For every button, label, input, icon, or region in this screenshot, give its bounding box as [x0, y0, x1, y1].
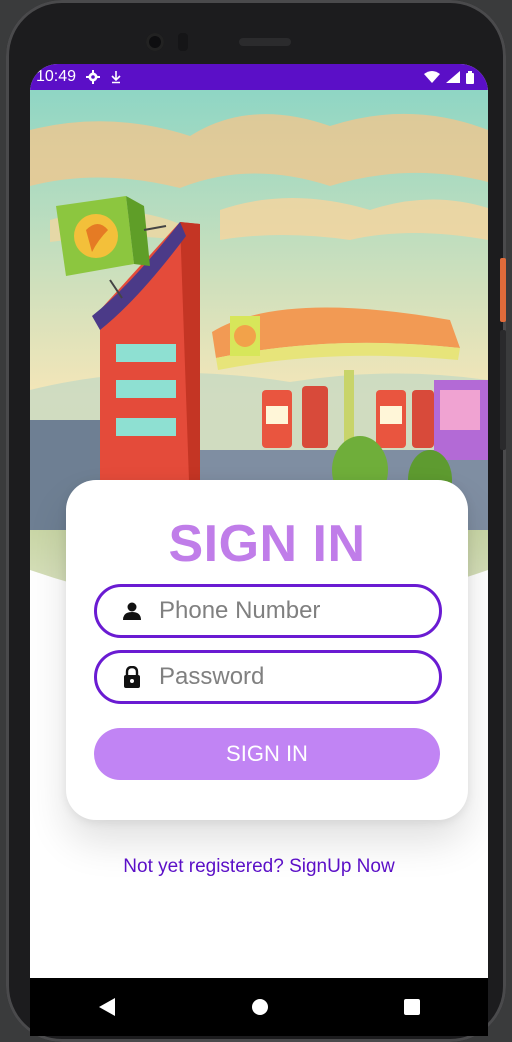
front-camera [146, 33, 164, 51]
power-button[interactable] [500, 258, 506, 322]
sensor [178, 33, 188, 51]
back-icon[interactable] [98, 997, 116, 1017]
password-field[interactable] [94, 650, 442, 704]
home-icon[interactable] [251, 998, 269, 1016]
settings-icon [86, 70, 101, 84]
sign-in-card: SIGN IN SIGN IN [66, 480, 468, 820]
app-screen: 10:49 SIGN IN Phone Number SIGN IN Not y… [30, 64, 488, 978]
person-icon [121, 600, 143, 622]
status-bar: 10:49 [30, 64, 488, 90]
signal-icon [446, 71, 460, 83]
password-input[interactable] [157, 662, 421, 692]
phone-number-input[interactable] [157, 596, 421, 626]
status-time: 10:49 [36, 68, 77, 85]
lock-icon [121, 666, 143, 688]
wifi-icon [424, 71, 440, 83]
recents-icon[interactable] [404, 999, 421, 1015]
earpiece-speaker [239, 38, 291, 46]
system-nav-bar [30, 978, 488, 1036]
signup-link[interactable]: Not yet registered? SignUp Now [30, 856, 488, 878]
phone-field[interactable] [94, 584, 442, 638]
page-title: SIGN IN [168, 515, 366, 573]
volume-button[interactable] [500, 330, 506, 450]
battery-icon [466, 70, 474, 84]
sign-in-button[interactable]: SIGN IN [94, 728, 440, 780]
download-icon [111, 71, 121, 84]
